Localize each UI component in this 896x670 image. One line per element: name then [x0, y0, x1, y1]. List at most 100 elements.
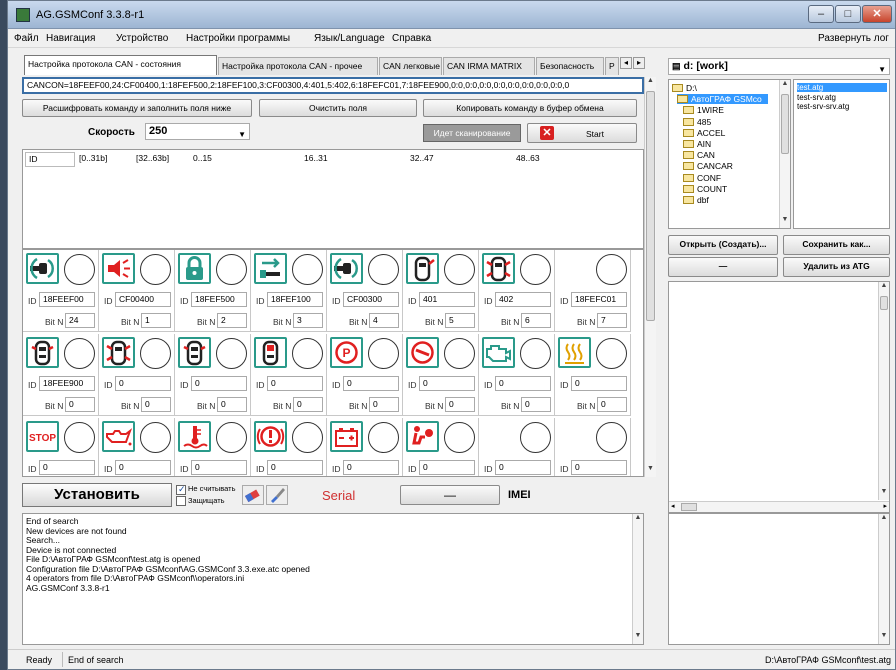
properties-hscrollbar[interactable]: ◂ ▸ — [669, 501, 889, 512]
copy-command-button[interactable]: Копировать команду в буфер обмена — [423, 99, 637, 117]
bit-number-input[interactable]: 0 — [217, 397, 247, 412]
command-field[interactable]: CANCON=18FEEF00,24:CF00400,1:18FEF500,2:… — [22, 77, 644, 94]
scroll-down-icon[interactable]: ▼ — [645, 465, 656, 477]
prop-scroll-up-icon[interactable]: ▲ — [879, 282, 889, 294]
heater-icon[interactable] — [558, 337, 591, 368]
tree-item[interactable]: CAN — [683, 150, 715, 160]
dash-button[interactable]: — — [668, 257, 778, 277]
bit-number-input[interactable]: 0 — [141, 397, 171, 412]
speed-select[interactable]: 250 ▼ — [145, 123, 250, 140]
battery-icon[interactable] — [330, 421, 363, 452]
car-top-icon[interactable] — [178, 337, 211, 368]
file-item[interactable]: test.atg — [797, 83, 887, 92]
tree-item[interactable]: ACCEL — [683, 128, 725, 138]
car-top-icon[interactable] — [26, 337, 59, 368]
bit-number-input[interactable]: 0 — [293, 397, 323, 412]
bit-number-input[interactable]: 5 — [445, 313, 475, 328]
bit-number-input[interactable]: 6 — [521, 313, 551, 328]
car-door-open-icon[interactable] — [102, 337, 135, 368]
tab-can-cars[interactable]: CAN легковые — [379, 57, 442, 75]
clear-button[interactable]: Очистить поля — [259, 99, 417, 117]
engine-icon[interactable] — [482, 337, 515, 368]
tree-item[interactable]: AIN — [683, 139, 711, 149]
can-id-input[interactable]: 0 — [115, 460, 171, 475]
hscroll-left-icon[interactable]: ◂ — [671, 502, 675, 510]
can-id-input[interactable]: 0 — [39, 460, 95, 475]
prop-scroll-down-icon[interactable]: ▼ — [879, 488, 889, 500]
properties-scrollbar[interactable]: ▲ ▼ — [878, 282, 889, 500]
bit-number-input[interactable]: 0 — [597, 397, 627, 412]
can-id-input[interactable]: 0 — [267, 460, 323, 475]
tree-item[interactable]: АвтоГРАФ GSMco — [677, 94, 768, 105]
tab-scroll-left-icon[interactable]: ◂ — [620, 57, 632, 69]
decode-button[interactable]: Расшифровать команду и заполнить поля ни… — [22, 99, 252, 117]
eraser-icon[interactable] — [242, 485, 264, 505]
close-button[interactable]: ✕ — [862, 5, 892, 23]
warning-icon[interactable] — [254, 421, 287, 452]
can-id-input[interactable]: 401 — [419, 292, 475, 307]
can-id-input[interactable]: 0 — [191, 460, 247, 475]
info-scroll-up-icon[interactable]: ▲ — [879, 514, 889, 526]
bit-number-input[interactable]: 2 — [217, 313, 247, 328]
can-id-input[interactable]: 18FEF100 — [267, 292, 323, 307]
expand-log-link[interactable]: Развернуть лог — [818, 33, 889, 44]
tree-item[interactable]: dbf — [683, 195, 709, 205]
can-id-input[interactable]: CF00300 — [343, 292, 399, 307]
can-id-input[interactable]: 18FEFC01 — [571, 292, 627, 307]
scroll-thumb[interactable] — [646, 91, 655, 321]
scroll-up-icon[interactable]: ▲ — [645, 77, 656, 89]
bit-number-input[interactable]: 0 — [369, 397, 399, 412]
tree-item[interactable]: CANCAR — [683, 161, 733, 171]
no-read-checkbox[interactable]: ✓ — [176, 484, 186, 495]
start-button[interactable]: ✕ Start — [527, 123, 637, 143]
can-id-input[interactable]: 0 — [191, 376, 247, 391]
log-scroll-down-icon[interactable]: ▼ — [633, 632, 643, 644]
brush-icon[interactable] — [266, 485, 288, 505]
can-id-input[interactable]: 0 — [419, 376, 475, 391]
bit-number-input[interactable]: 0 — [65, 397, 95, 412]
lock-icon[interactable] — [178, 253, 211, 284]
car-door-open-icon[interactable] — [482, 253, 515, 284]
save-as-button[interactable]: Сохранить как... — [783, 235, 890, 255]
menu-navigation[interactable]: Навигация — [46, 33, 95, 44]
delete-from-atg-button[interactable]: Удалить из ATG — [783, 257, 890, 277]
parking-brake-icon[interactable]: P — [330, 337, 363, 368]
can-id-input[interactable]: 0 — [571, 460, 627, 475]
tab-p[interactable]: P — [605, 57, 619, 75]
tab-can-other[interactable]: Настройка протокола CAN - прочее — [218, 57, 378, 75]
menu-file[interactable]: Файл — [14, 33, 39, 44]
tree-scroll-down-icon[interactable]: ▼ — [780, 216, 790, 228]
log-scrollbar[interactable]: ▲ ▼ — [632, 514, 643, 644]
tab-scroll-right-icon[interactable]: ▸ — [633, 57, 645, 69]
bit-number-input[interactable]: 24 — [65, 313, 95, 328]
tree-scrollbar[interactable]: ▲ ▼ — [779, 80, 790, 228]
file-item[interactable]: test-srv.atg — [797, 93, 836, 102]
tree-scroll-up-icon[interactable]: ▲ — [780, 80, 790, 92]
stop-icon[interactable]: STOP — [26, 421, 59, 452]
maximize-button[interactable]: □ — [835, 5, 861, 23]
car-door-icon[interactable] — [406, 253, 439, 284]
tab-can-state[interactable]: Настройка протокола CAN - состояния — [24, 55, 217, 75]
can-id-input[interactable]: 0 — [571, 376, 627, 391]
can-id-input[interactable]: 0 — [495, 376, 551, 391]
can-id-input[interactable]: 18FEE900 — [39, 376, 95, 391]
menu-language[interactable]: Язык/Language — [314, 33, 385, 44]
airbag-icon[interactable] — [406, 421, 439, 452]
can-id-input[interactable]: 0 — [343, 376, 399, 391]
imei-dash-button[interactable]: — — [400, 485, 500, 505]
bit-number-input[interactable]: 0 — [445, 397, 475, 412]
coolant-temp-icon[interactable] — [178, 421, 211, 452]
tree-item[interactable]: CONF — [683, 173, 721, 183]
can-id-input[interactable]: 0 — [267, 376, 323, 391]
bit-number-input[interactable]: 4 — [369, 313, 399, 328]
tree-item[interactable]: 1WIRE — [683, 105, 724, 115]
can-id-input[interactable]: 402 — [495, 292, 551, 307]
log-scroll-up-icon[interactable]: ▲ — [633, 514, 643, 526]
drive-select[interactable]: ▤ d: [work] ▼ — [668, 58, 890, 75]
menu-settings[interactable]: Настройки программы — [186, 33, 290, 44]
folder-tree[interactable]: D:\ АвтоГРАФ GSMco 1WIRE 485 ACCEL AIN CAN CANC… — [668, 79, 791, 229]
car-trunk-icon[interactable] — [254, 337, 287, 368]
protect-checkbox[interactable] — [176, 496, 186, 506]
key-icon[interactable] — [254, 253, 287, 284]
can-id-input[interactable]: 0 — [115, 376, 171, 391]
